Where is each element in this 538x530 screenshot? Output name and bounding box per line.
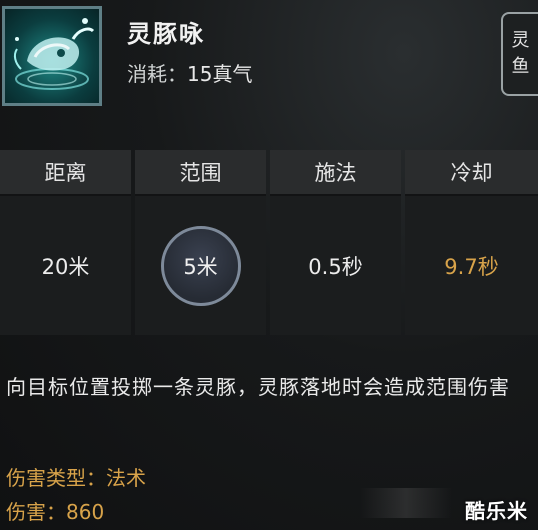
damage-amount: 伤害：860 bbox=[6, 496, 104, 525]
stat-label: 施法 bbox=[270, 150, 401, 196]
stat-value: 20米 bbox=[0, 196, 131, 335]
cost-value: 15真气 bbox=[187, 62, 253, 86]
dolphin-skill-icon bbox=[2, 6, 102, 106]
stat-range: 范围 5米 bbox=[135, 150, 266, 335]
stat-label: 范围 bbox=[135, 150, 266, 196]
damage-type-value: 法术 bbox=[106, 466, 146, 490]
stat-value: 0.5秒 bbox=[270, 196, 401, 335]
stat-cooldown: 冷却 9.7秒 bbox=[405, 150, 538, 335]
skill-stats-table: 距离 20米 范围 5米 施法 0.5秒 冷却 9.7秒 bbox=[0, 150, 538, 335]
damage-amount-label: 伤害： bbox=[6, 500, 66, 524]
damage-type-label: 伤害类型： bbox=[6, 466, 106, 490]
tag-char-1: 灵 bbox=[511, 30, 530, 51]
watermark-logo: 酷乐米 bbox=[465, 499, 528, 523]
skill-tag-badge[interactable]: 灵 鱼 bbox=[501, 12, 538, 96]
skill-description: 向目标位置投掷一条灵豚，灵豚落地时会造成范围伤害 bbox=[6, 375, 510, 399]
skill-name: 灵豚咏 bbox=[127, 20, 205, 48]
watermark-blur bbox=[360, 488, 452, 518]
cost-label: 消耗： bbox=[127, 62, 187, 86]
stat-distance: 距离 20米 bbox=[0, 150, 131, 335]
stat-value-cell: 5米 bbox=[135, 196, 266, 335]
stat-value: 9.7秒 bbox=[405, 196, 538, 335]
skill-tooltip-panel: 灵豚咏 消耗：15真气 灵 鱼 距离 20米 范围 5米 施法 0.5秒 冷却 … bbox=[0, 0, 538, 530]
tag-char-2: 鱼 bbox=[511, 56, 530, 77]
stat-label: 冷却 bbox=[405, 150, 538, 196]
skill-cost: 消耗：15真气 bbox=[127, 58, 252, 87]
damage-amount-value: 860 bbox=[66, 500, 105, 524]
range-indicator: 5米 bbox=[160, 225, 241, 306]
damage-type: 伤害类型：法术 bbox=[6, 462, 146, 491]
stat-label: 距离 bbox=[0, 150, 131, 196]
stat-cast: 施法 0.5秒 bbox=[270, 150, 401, 335]
